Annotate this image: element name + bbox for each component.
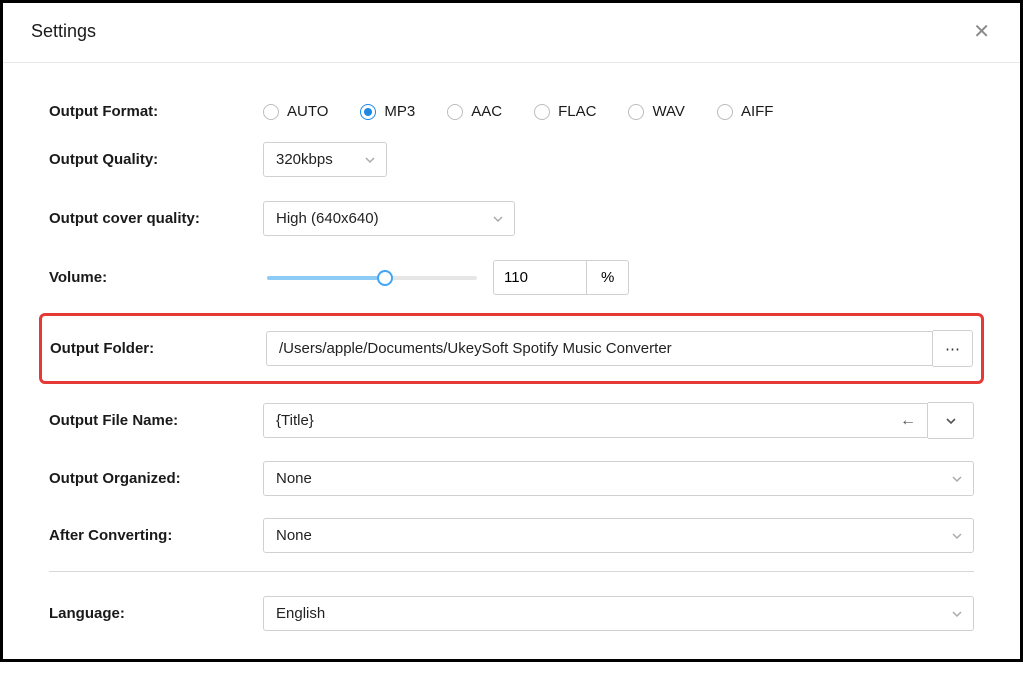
output-organized-select[interactable]: None [263,461,974,496]
radio-circle-icon [628,104,644,120]
slider-fill [267,276,385,280]
chevron-down-icon [945,415,957,427]
radio-auto[interactable]: AUTO [263,103,328,120]
file-name-dropdown-button[interactable] [928,402,974,439]
label-volume: Volume: [49,269,263,286]
radio-label: AIFF [741,103,774,120]
row-output-file-name: Output File Name: ← [49,402,974,439]
radio-circle-icon [447,104,463,120]
after-converting-select[interactable]: None [263,518,974,553]
radio-label: FLAC [558,103,596,120]
radio-wav[interactable]: WAV [628,103,685,120]
language-value: English [276,605,325,622]
output-quality-value: 320kbps [276,151,333,168]
radio-label: AAC [471,103,502,120]
chevron-down-icon [951,530,963,542]
output-cover-quality-select[interactable]: High (640x640) [263,201,515,236]
radio-label: WAV [652,103,685,120]
radio-aiff[interactable]: AIFF [717,103,774,120]
radio-circle-icon [534,104,550,120]
row-output-organized: Output Organized: None [49,461,974,496]
label-language: Language: [49,605,263,622]
label-output-format: Output Format: [49,103,263,120]
label-output-organized: Output Organized: [49,470,263,487]
output-quality-select[interactable]: 320kbps [263,142,387,177]
radio-label: MP3 [384,103,415,120]
output-file-name-input[interactable] [263,403,928,438]
output-format-radio-group: AUTO MP3 AAC FLAC WAV AIFF [263,103,773,120]
radio-circle-icon [717,104,733,120]
dialog-header: Settings ✕ [3,3,1020,63]
arrow-left-icon: ← [900,412,916,430]
radio-circle-icon [360,104,376,120]
dialog-title: Settings [31,21,96,42]
row-output-format: Output Format: AUTO MP3 AAC FLAC WAV AIFF [49,103,974,120]
row-volume: Volume: % [49,260,974,295]
chevron-down-icon [492,213,504,225]
row-after-converting: After Converting: None [49,518,974,553]
chevron-down-icon [364,154,376,166]
row-output-quality: Output Quality: 320kbps [49,142,974,177]
chevron-down-icon [951,608,963,620]
label-output-folder: Output Folder: [50,340,266,357]
radio-circle-icon [263,104,279,120]
ellipsis-icon: ⋯ [945,340,960,358]
label-output-quality: Output Quality: [49,151,263,168]
row-output-folder: Output Folder: ⋯ [39,313,984,384]
close-icon[interactable]: ✕ [967,17,996,46]
radio-mp3[interactable]: MP3 [360,103,415,120]
language-select[interactable]: English [263,596,974,631]
label-output-cover-quality: Output cover quality: [49,210,263,227]
after-converting-value: None [276,527,312,544]
output-cover-quality-value: High (640x640) [276,210,379,227]
output-folder-input[interactable] [266,331,933,366]
output-organized-value: None [276,470,312,487]
settings-content: Output Format: AUTO MP3 AAC FLAC WAV AIFF Out… [3,63,1020,673]
browse-folder-button[interactable]: ⋯ [933,330,973,367]
volume-slider[interactable] [267,276,477,280]
row-language: Language: English [49,596,974,631]
radio-aac[interactable]: AAC [447,103,502,120]
row-output-cover-quality: Output cover quality: High (640x640) [49,201,974,236]
radio-label: AUTO [287,103,328,120]
radio-flac[interactable]: FLAC [534,103,596,120]
section-divider [49,571,974,572]
volume-input[interactable] [493,260,587,295]
label-output-file-name: Output File Name: [49,412,263,429]
chevron-down-icon [951,473,963,485]
label-after-converting: After Converting: [49,527,263,544]
slider-thumb[interactable] [377,270,393,286]
volume-unit: % [587,260,629,295]
